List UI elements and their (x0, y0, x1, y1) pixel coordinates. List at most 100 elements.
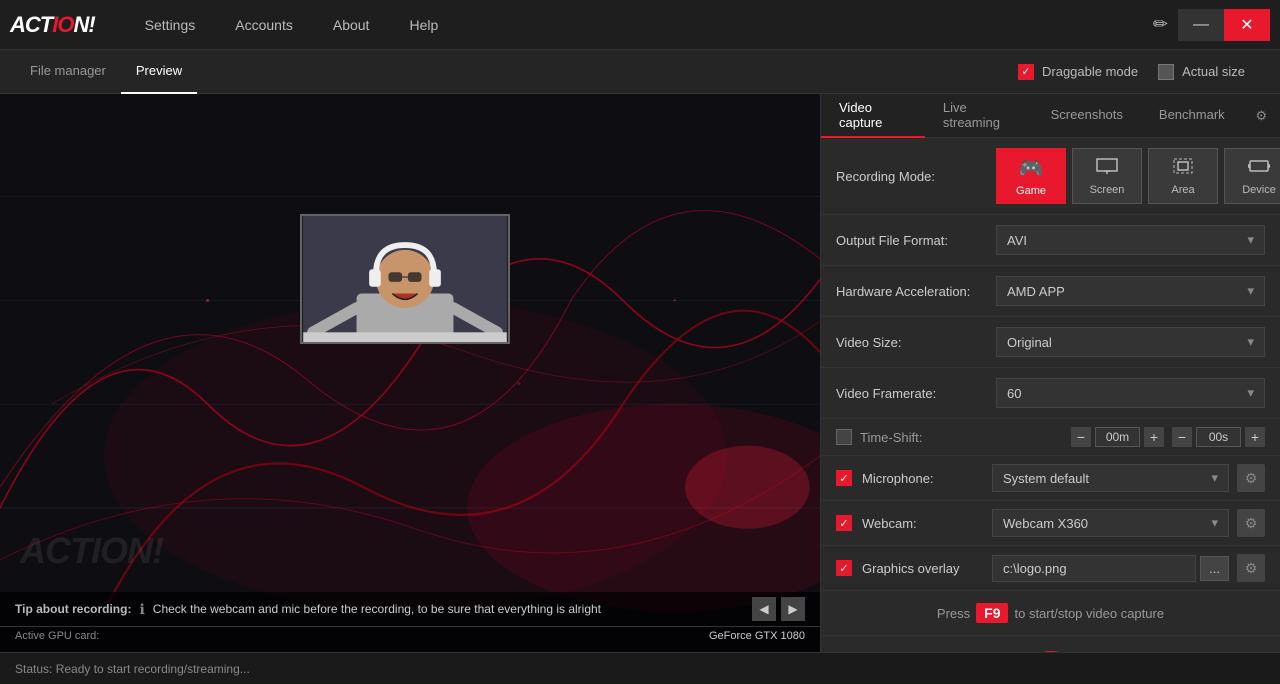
tip-prev-button[interactable]: ◀ (752, 597, 776, 621)
dots-bar (821, 636, 1280, 652)
f9-bar: Press F9 to start/stop video capture (821, 591, 1280, 636)
tab-screenshots[interactable]: Screenshots (1033, 94, 1141, 138)
mode-device-button[interactable]: Device (1224, 148, 1280, 204)
nav-settings[interactable]: Settings (125, 0, 216, 50)
timeshift-min-decrease-button[interactable]: − (1071, 427, 1091, 447)
preview-area: ACTION! Tip about recording: ℹ Check the… (0, 94, 820, 652)
hardware-accel-select[interactable]: AMD APP ▾ (996, 276, 1265, 306)
microphone-checkbox[interactable] (836, 470, 852, 486)
tab-video-capture[interactable]: Video capture (821, 94, 925, 138)
video-size-select[interactable]: Original ▾ (996, 327, 1265, 357)
tip-next-button[interactable]: ▶ (781, 597, 805, 621)
preview-bottom-bar: Tip about recording: ℹ Check the webcam … (0, 592, 820, 652)
chevron-down-icon: ▾ (1247, 334, 1254, 350)
output-format-row: Output File Format: AVI ▾ (821, 215, 1280, 266)
timeshift-min-increase-button[interactable]: + (1144, 427, 1164, 447)
nav-accounts[interactable]: Accounts (215, 0, 313, 50)
microphone-select[interactable]: System default ▾ (992, 464, 1229, 492)
f9-action-text: to start/stop video capture (1014, 606, 1164, 621)
right-panel: Video capture Live streaming Screenshots… (820, 94, 1280, 652)
tab-benchmark[interactable]: Benchmark (1141, 94, 1243, 138)
area-icon (1173, 157, 1193, 180)
tip-text: Check the webcam and mic before the reco… (153, 602, 744, 616)
timeshift-minutes-control: − 00m + (1071, 427, 1164, 447)
graphics-path-display: c:\logo.png (992, 555, 1196, 582)
draggable-mode-label: Draggable mode (1042, 64, 1138, 79)
timeshift-sec-increase-button[interactable]: + (1245, 427, 1265, 447)
graphics-path-value: c:\logo.png (1003, 561, 1067, 576)
graphics-overlay-label: Graphics overlay (862, 561, 992, 576)
microphone-value: System default (1003, 471, 1089, 486)
tab-preview[interactable]: Preview (121, 50, 197, 94)
gpu-value: GeForce GTX 1080 (709, 630, 805, 642)
webcam-overlay[interactable] (300, 214, 510, 344)
video-framerate-select[interactable]: 60 ▾ (996, 378, 1265, 408)
microphone-row: Microphone: System default ▾ ⚙ (821, 456, 1280, 501)
output-format-select[interactable]: AVI ▾ (996, 225, 1265, 255)
app-logo: ACTION! (10, 12, 95, 38)
mode-game-label: Game (1016, 185, 1046, 197)
f9-press-text: Press (937, 606, 970, 621)
output-format-label: Output File Format: (836, 233, 996, 248)
mode-area-button[interactable]: Area (1148, 148, 1218, 204)
timeshift-row: Time-Shift: − 00m + − 00s + (821, 419, 1280, 456)
tip-bar: Tip about recording: ℹ Check the webcam … (0, 592, 820, 627)
info-icon: ℹ (139, 601, 144, 618)
video-size-row: Video Size: Original ▾ (821, 317, 1280, 368)
recording-mode-label: Recording Mode: (836, 169, 996, 184)
minimize-button[interactable]: — (1178, 9, 1224, 41)
recording-modes: 🎮 Game Screen (996, 148, 1280, 204)
video-framerate-row: Video Framerate: 60 ▾ (821, 368, 1280, 419)
chevron-down-icon: ▾ (1247, 283, 1254, 299)
mode-game-button[interactable]: 🎮 Game (996, 148, 1066, 204)
recording-mode-row: Recording Mode: 🎮 Game Screen (821, 138, 1280, 215)
chevron-down-icon: ▾ (1211, 515, 1218, 531)
video-size-label: Video Size: (836, 335, 996, 350)
window-controls: — ✕ (1178, 9, 1270, 41)
tip-label: Tip about recording: (15, 602, 131, 616)
timeshift-checkbox[interactable] (836, 429, 852, 445)
chevron-down-icon: ▾ (1247, 232, 1254, 248)
gear-icon: ⚙ (1256, 108, 1268, 124)
nav-menu: Settings Accounts About Help (125, 0, 1153, 50)
tip-navigation: ◀ ▶ (752, 597, 805, 621)
webcam-checkbox[interactable] (836, 515, 852, 531)
graphics-browse-button[interactable]: ... (1200, 556, 1229, 581)
nav-about[interactable]: About (313, 0, 390, 50)
graphics-settings-button[interactable]: ⚙ (1237, 554, 1265, 582)
pin-icon[interactable]: ✏ (1153, 14, 1168, 35)
timeshift-minutes-value: 00m (1095, 427, 1140, 447)
draggable-mode-checkbox[interactable] (1018, 64, 1034, 80)
mode-screen-button[interactable]: Screen (1072, 148, 1142, 204)
panel-tabs: Video capture Live streaming Screenshots… (821, 94, 1280, 138)
record-button[interactable] (1021, 651, 1081, 652)
microphone-label: Microphone: (862, 471, 992, 486)
nav-help[interactable]: Help (389, 0, 458, 50)
hardware-accel-label: Hardware Acceleration: (836, 284, 996, 299)
graphics-overlay-row: Graphics overlay c:\logo.png ... ⚙ (821, 546, 1280, 591)
tab-live-streaming[interactable]: Live streaming (925, 94, 1033, 138)
webcam-value: Webcam X360 (1003, 516, 1088, 531)
close-button[interactable]: ✕ (1224, 9, 1270, 41)
actual-size-option[interactable]: Actual size (1158, 64, 1245, 80)
microphone-settings-button[interactable]: ⚙ (1237, 464, 1265, 492)
video-framerate-label: Video Framerate: (836, 386, 996, 401)
webcam-label: Webcam: (862, 516, 992, 531)
tab-file-manager[interactable]: File manager (15, 50, 121, 94)
webcam-settings-button[interactable]: ⚙ (1237, 509, 1265, 537)
panel-settings-button[interactable]: ⚙ (1243, 94, 1280, 138)
draggable-mode-option[interactable]: Draggable mode (1018, 64, 1138, 80)
main-layout: ACTION! Tip about recording: ℹ Check the… (0, 94, 1280, 652)
graphics-overlay-checkbox[interactable] (836, 560, 852, 576)
webcam-select[interactable]: Webcam X360 ▾ (992, 509, 1229, 537)
webcam-row: Webcam: Webcam X360 ▾ ⚙ (821, 501, 1280, 546)
status-text: Status: Ready to start recording/streami… (15, 662, 250, 676)
device-icon (1248, 157, 1270, 180)
actual-size-checkbox[interactable] (1158, 64, 1174, 80)
game-icon: 🎮 (1019, 156, 1044, 181)
preview-watermark: ACTION! (20, 530, 163, 572)
mode-screen-label: Screen (1090, 184, 1125, 196)
panel-content: Recording Mode: 🎮 Game Screen (821, 138, 1280, 652)
video-size-value: Original (1007, 335, 1052, 350)
timeshift-sec-decrease-button[interactable]: − (1172, 427, 1192, 447)
